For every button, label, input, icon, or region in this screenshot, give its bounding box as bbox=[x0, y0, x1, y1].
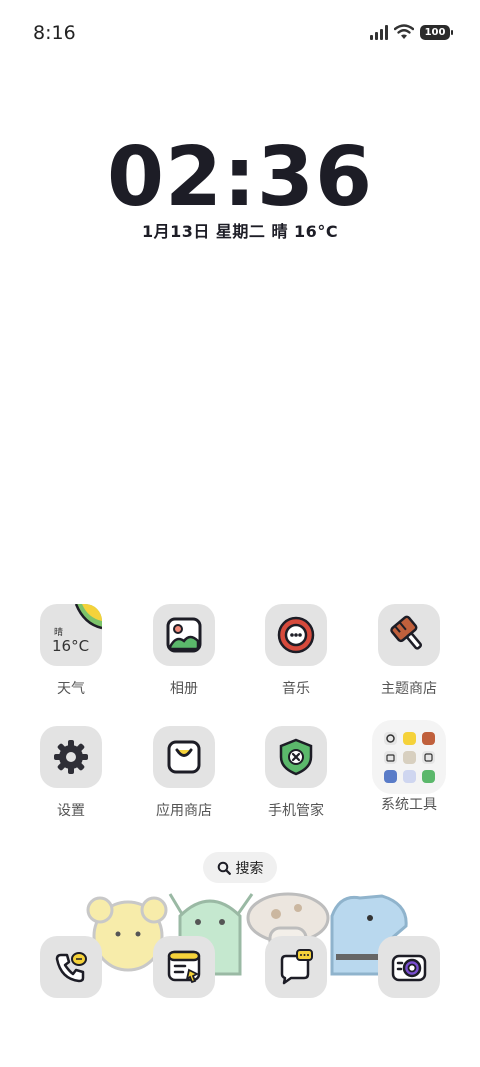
search-icon bbox=[217, 861, 231, 875]
dock-camera[interactable] bbox=[378, 936, 440, 998]
music-icon bbox=[265, 604, 327, 666]
weather-icon: 晴 16°C bbox=[40, 604, 102, 666]
dock-messages[interactable] bbox=[153, 936, 215, 998]
app-label-settings: 设置 bbox=[57, 803, 85, 819]
app-label-weather: 天气 bbox=[57, 681, 85, 697]
status-icons: 100 bbox=[370, 24, 453, 40]
app-app-store[interactable]: 应用商店 bbox=[136, 726, 232, 820]
app-gallery[interactable]: 相册 bbox=[136, 604, 232, 698]
app-store-bag-icon bbox=[153, 726, 215, 788]
app-weather[interactable]: 晴 16°C 天气 bbox=[23, 604, 119, 698]
theme-store-icon bbox=[378, 604, 440, 666]
status-bar: 8:16 100 bbox=[0, 0, 480, 66]
signal-icon bbox=[370, 24, 388, 40]
app-label-gallery: 相册 bbox=[170, 681, 198, 697]
settings-gear-icon bbox=[40, 726, 102, 788]
search-button[interactable]: 搜索 bbox=[203, 852, 277, 883]
clock-widget[interactable]: 02:36 1月13日 星期二 晴 16°C bbox=[0, 132, 480, 242]
wifi-icon bbox=[394, 24, 414, 39]
app-label-theme-store: 主题商店 bbox=[381, 681, 437, 697]
app-settings[interactable]: 设置 bbox=[23, 726, 119, 820]
camera-icon bbox=[378, 936, 440, 998]
app-music[interactable]: 音乐 bbox=[248, 604, 344, 698]
app-label-music: 音乐 bbox=[282, 681, 310, 697]
clock-time: 02:36 bbox=[106, 130, 373, 225]
phone-icon bbox=[40, 936, 102, 998]
messages-icon bbox=[153, 936, 215, 998]
app-system-tools-folder[interactable]: 系统工具 bbox=[361, 720, 457, 814]
dock-chat[interactable] bbox=[265, 936, 327, 998]
weather-temp: 16°C bbox=[52, 637, 90, 655]
folder-icon bbox=[372, 720, 446, 794]
app-label-phone-manager: 手机管家 bbox=[268, 803, 324, 819]
chat-bubble-icon bbox=[265, 936, 327, 998]
battery-level: 100 bbox=[424, 26, 446, 38]
app-label-system-tools: 系统工具 bbox=[381, 797, 437, 813]
dock-phone[interactable] bbox=[40, 936, 102, 998]
gallery-icon bbox=[153, 604, 215, 666]
app-phone-manager[interactable]: 手机管家 bbox=[248, 726, 344, 820]
cartoon-characters-illustration bbox=[86, 892, 408, 976]
app-theme-store[interactable]: 主题商店 bbox=[361, 604, 457, 698]
security-shield-icon bbox=[265, 726, 327, 788]
clock-date: 1月13日 星期二 晴 16°C bbox=[141, 222, 339, 241]
status-time: 8:16 bbox=[33, 22, 76, 44]
battery-icon: 100 bbox=[420, 24, 453, 40]
app-label-app-store: 应用商店 bbox=[156, 803, 212, 819]
search-label: 搜索 bbox=[235, 860, 264, 877]
